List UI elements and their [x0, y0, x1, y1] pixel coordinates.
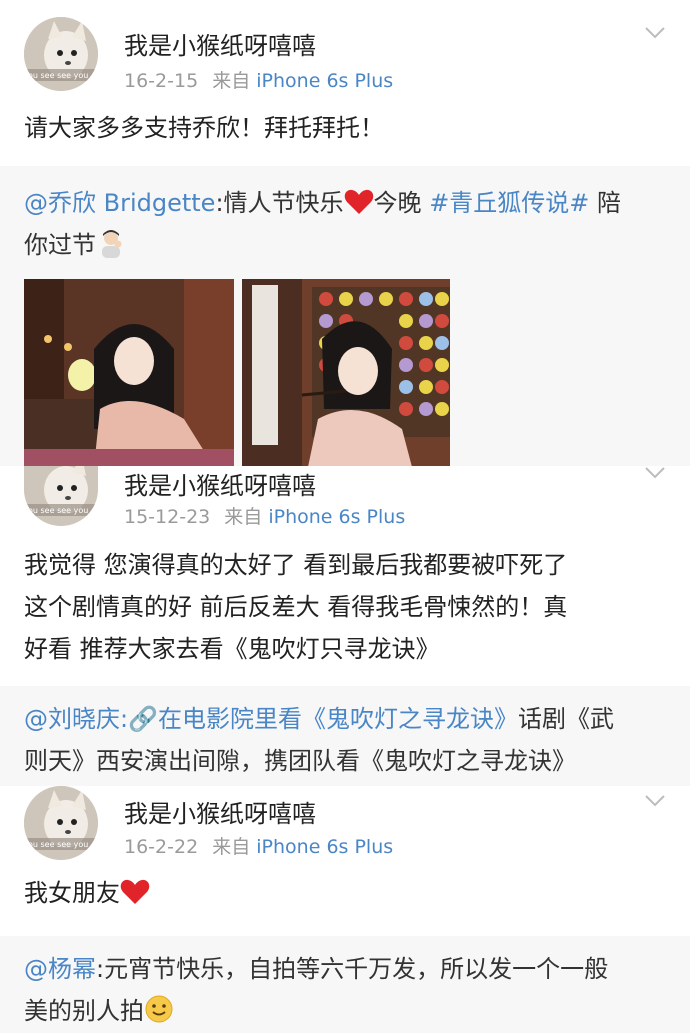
source-device[interactable]: iPhone 6s Plus: [256, 836, 393, 858]
post-body-line: 这个剧情真的好 前后反差大 看得我毛骨悚然的！真: [24, 593, 568, 621]
post-date: 16-2-22: [124, 836, 199, 858]
source-label: 来自: [212, 836, 251, 858]
post-meta: 16-2-15 来自 iPhone 6s Plus: [124, 66, 393, 93]
source-device[interactable]: iPhone 6s Plus: [268, 506, 405, 528]
repost-quote[interactable]: @杨幂:元宵节快乐，自拍等六千万发，所以发一个一般 美的别人拍: [0, 936, 690, 1033]
chevron-down-icon[interactable]: [644, 26, 666, 40]
username[interactable]: 我是小猴纸呀嘻嘻: [124, 26, 316, 61]
avatar[interactable]: ou see see you: [24, 17, 98, 91]
repost-quote[interactable]: @刘晓庆:🔗在电影院里看《鬼吹灯之寻龙诀》话剧《武 则天》西安演出间隙，携团队看…: [0, 686, 690, 786]
mention-link[interactable]: @乔欣 Bridgette: [24, 189, 215, 217]
post-meta: 15-12-23 来自 iPhone 6s Plus: [124, 502, 405, 529]
mention-link[interactable]: @刘晓庆: [24, 705, 120, 733]
post-date: 16-2-15: [124, 70, 199, 92]
post-image[interactable]: [24, 279, 234, 467]
avatar[interactable]: ou see see you: [24, 786, 98, 860]
post-body: 请大家多多支持乔欣！拜托拜托！: [24, 114, 384, 142]
smile-emoji-icon: [145, 995, 173, 1023]
quote-text-part: 你过节: [24, 231, 96, 259]
quote-text-part: 陪: [589, 189, 622, 217]
post-body-text: 我女朋友: [24, 879, 120, 907]
hashtag-link[interactable]: #青丘狐传说#: [429, 189, 589, 217]
quote-text-part: :元宵节快乐，自拍等六千万发，所以发一个一般: [96, 955, 609, 983]
person-emoji-icon: [102, 230, 122, 258]
post-body: 我觉得 您演得真的太好了 看到最后我都要被吓死了 这个剧情真的好 前后反差大 看…: [24, 544, 664, 670]
weibo-post: ou see see you 我是小猴纸呀嘻嘻 15-12-23 来自 iPho…: [0, 466, 690, 686]
post-meta: 16-2-22 来自 iPhone 6s Plus: [124, 832, 393, 859]
svg-text:ou see see you: ou see see you: [28, 840, 88, 849]
source-label: 来自: [224, 506, 263, 528]
quote-text: @刘晓庆:🔗在电影院里看《鬼吹灯之寻龙诀》话剧《武 则天》西安演出间隙，携团队看…: [24, 698, 664, 782]
quote-text-part: 则天》西安演出间隙，携团队看《鬼吹灯之寻龙诀》: [24, 747, 576, 775]
svg-text:ou see see you: ou see see you: [28, 71, 88, 80]
username[interactable]: 我是小猴纸呀嘻嘻: [124, 794, 316, 829]
post-body-line: 好看 推荐大家去看《鬼吹灯只寻龙诀》: [24, 635, 440, 663]
post-image[interactable]: [242, 279, 450, 467]
svg-text:ou see see you: ou see see you: [28, 506, 88, 515]
quote-text-part: :情人节快乐: [215, 189, 344, 217]
quote-text: @杨幂:元宵节快乐，自拍等六千万发，所以发一个一般 美的别人拍: [24, 948, 664, 1032]
source-device[interactable]: iPhone 6s Plus: [256, 70, 393, 92]
post-body-line: 我觉得 您演得真的太好了 看到最后我都要被吓死了: [24, 551, 568, 579]
quote-text: @乔欣 Bridgette:情人节快乐 今晚 #青丘狐传说# 陪 你过节: [24, 182, 664, 266]
source-label: 来自: [212, 70, 251, 92]
quote-text-part: 美的别人拍: [24, 997, 144, 1025]
repost-quote[interactable]: @乔欣 Bridgette:情人节快乐 今晚 #青丘狐传说# 陪 你过节: [0, 166, 690, 467]
post-date: 15-12-23: [124, 506, 211, 528]
weibo-post: ou see see you 我是小猴纸呀嘻嘻 16-2-15 来自 iPhon…: [0, 0, 690, 166]
chevron-down-icon[interactable]: [644, 466, 666, 480]
heart-icon: [120, 879, 150, 904]
heart-icon: [344, 189, 373, 214]
quote-text-part: 话剧《武: [517, 705, 614, 733]
mention-link[interactable]: @杨幂: [24, 955, 96, 983]
weibo-post: ou see see you 我是小猴纸呀嘻嘻 16-2-22 来自 iPhon…: [0, 786, 690, 936]
quote-text-part: 今晚: [373, 189, 422, 217]
avatar[interactable]: ou see see you: [24, 466, 98, 526]
video-link[interactable]: :🔗在电影院里看《鬼吹灯之寻龙诀》: [120, 705, 518, 733]
chevron-down-icon[interactable]: [644, 794, 666, 808]
username[interactable]: 我是小猴纸呀嘻嘻: [124, 466, 316, 501]
post-body: 我女朋友: [24, 872, 664, 914]
